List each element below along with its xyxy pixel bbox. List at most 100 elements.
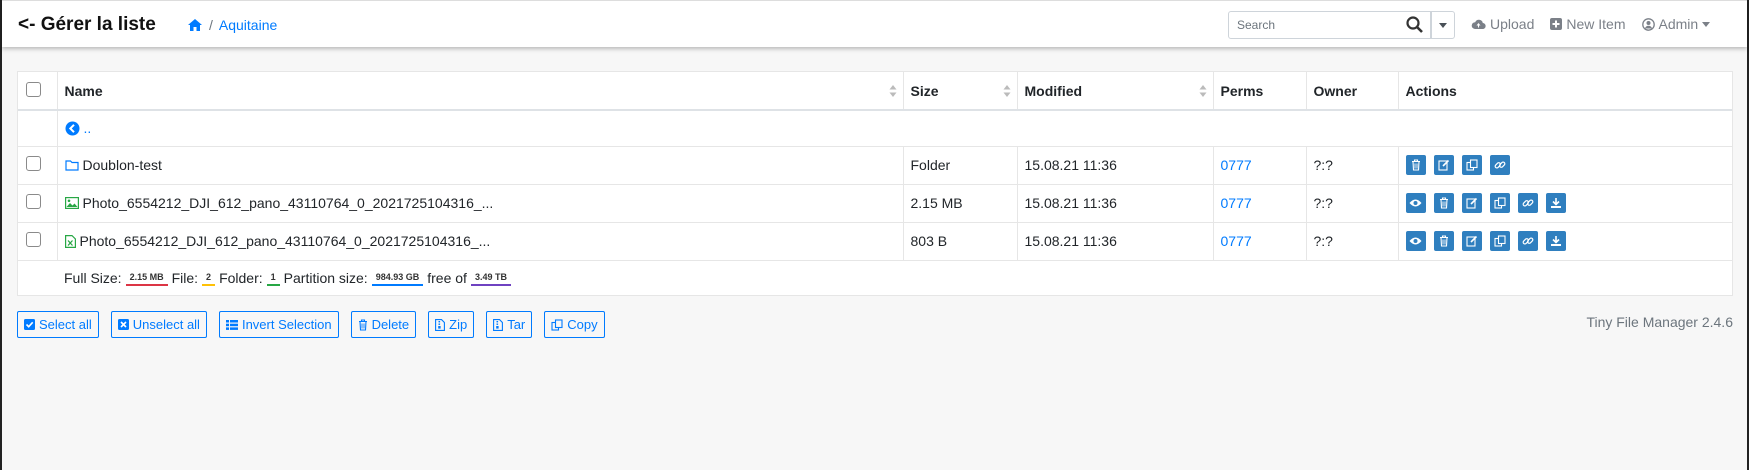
copy-button[interactable] <box>1461 155 1482 175</box>
header-modified[interactable]: Modified <box>1017 72 1214 110</box>
download-button[interactable] <box>1545 231 1566 251</box>
page-title[interactable]: <- Gérer la liste <box>18 14 156 36</box>
edit-icon <box>1437 159 1449 171</box>
new-item-link[interactable]: New Item <box>1550 16 1626 32</box>
header-actions: Actions <box>1398 72 1732 110</box>
search-icon[interactable] <box>1405 15 1425 35</box>
table-row[interactable]: Doublon-test Folder 15.08.21 11:36 0777 … <box>18 146 1732 184</box>
delete-selected-label: Delete <box>371 317 410 332</box>
file-modified: 15.08.21 11:36 <box>1017 184 1214 222</box>
partition-free-badge: 984.93 GB <box>371 271 424 286</box>
header-perms: Perms <box>1213 72 1307 110</box>
file-perms-link[interactable]: 0777 <box>1213 184 1307 222</box>
invert-selection-button[interactable]: Invert Selection <box>218 311 339 338</box>
header-size[interactable]: Size <box>903 72 1018 110</box>
search-input[interactable] <box>1228 11 1431 39</box>
file-name: Photo_6554212_DJI_612_pano_43110764_0_20… <box>79 233 491 249</box>
bulk-action-bar: Select all Unselect all Invert Selection… <box>17 311 605 338</box>
upload-link[interactable]: Upload <box>1471 16 1534 32</box>
parent-dir-link[interactable]: .. <box>65 120 1726 136</box>
header-modified-label: Modified <box>1024 82 1083 99</box>
zip-label: Zip <box>449 317 468 332</box>
file-perms-link[interactable]: 0777 <box>1213 222 1307 260</box>
delete-selected-button[interactable]: Delete <box>350 311 417 338</box>
file-table-container: Name Size Modified Perms Owner Actions .… <box>17 71 1733 296</box>
full-size-label: Full Size: <box>64 270 122 287</box>
header-perms-label: Perms <box>1220 82 1264 99</box>
search-group <box>1228 11 1455 39</box>
copy-icon <box>1465 159 1478 171</box>
rename-button[interactable] <box>1461 193 1482 213</box>
trash-icon <box>358 318 367 331</box>
unselect-all-button[interactable]: Unselect all <box>110 311 207 338</box>
preview-button[interactable] <box>1405 193 1426 213</box>
file-name-link[interactable]: Doublon-test <box>64 157 896 173</box>
direct-link-button[interactable] <box>1517 231 1538 251</box>
header-name[interactable]: Name <box>57 72 904 110</box>
select-all-checkbox[interactable] <box>26 81 41 97</box>
table-row[interactable]: Photo_6554212_DJI_612_pano_43110764_0_20… <box>18 184 1732 222</box>
file-archive-icon <box>493 318 504 331</box>
file-perms-link[interactable]: 0777 <box>1213 146 1307 184</box>
file-count-label: File: <box>171 270 199 287</box>
link-icon <box>1494 161 1505 169</box>
header-select-cell <box>18 72 58 110</box>
row-checkbox[interactable] <box>26 156 41 171</box>
chevron-down-icon <box>1702 21 1711 27</box>
preview-button[interactable] <box>1405 231 1426 251</box>
folder-icon <box>64 160 79 171</box>
table-row[interactable]: Photo_6554212_DJI_612_pano_43110764_0_20… <box>18 222 1732 260</box>
home-icon[interactable] <box>187 18 203 32</box>
eye-icon <box>1409 237 1422 245</box>
copy-button[interactable] <box>1489 231 1510 251</box>
full-size-badge: 2.15 MB <box>125 271 168 286</box>
image-file-icon <box>64 197 79 209</box>
sort-icon <box>889 85 896 97</box>
summary-text: Full Size: 2.15 MB File: 2 Folder: 1 Par… <box>64 270 1725 286</box>
copy-button[interactable] <box>1489 193 1510 213</box>
delete-button[interactable] <box>1405 155 1426 175</box>
chevron-down-icon <box>1439 22 1447 28</box>
breadcrumb: / Aquitaine <box>187 17 277 33</box>
unselect-all-label: Unselect all <box>132 317 200 332</box>
partition-total-badge: 3.49 TB <box>470 271 511 286</box>
header-actions-label: Actions <box>1405 82 1457 99</box>
header-name-label: Name <box>64 82 103 99</box>
parent-dir-row: .. <box>18 110 1732 146</box>
file-archive-icon <box>435 318 446 331</box>
sort-icon <box>1199 85 1206 97</box>
download-button[interactable] <box>1545 193 1566 213</box>
row-checkbox[interactable] <box>26 194 41 209</box>
rename-button[interactable] <box>1433 155 1454 175</box>
copy-selected-button[interactable]: Copy <box>544 311 605 338</box>
delete-button[interactable] <box>1433 231 1454 251</box>
file-name-link[interactable]: Photo_6554212_DJI_612_pano_43110764_0_20… <box>64 195 896 211</box>
select-all-button[interactable]: Select all <box>17 311 99 338</box>
rename-button[interactable] <box>1461 231 1482 251</box>
file-count-badge: 2 <box>202 271 216 286</box>
search-dropdown-button[interactable] <box>1431 11 1455 39</box>
row-checkbox[interactable] <box>26 232 41 247</box>
file-name-link[interactable]: Photo_6554212_DJI_612_pano_43110764_0_20… <box>64 233 896 249</box>
file-owner: ?:? <box>1306 184 1399 222</box>
tar-label: Tar <box>507 317 526 332</box>
delete-button[interactable] <box>1433 193 1454 213</box>
trash-icon <box>1439 197 1448 209</box>
window-close-icon <box>117 319 129 330</box>
nav-links: Upload New Item Admin <box>1471 16 1711 32</box>
file-modified: 15.08.21 11:36 <box>1017 146 1214 184</box>
excel-file-icon <box>64 234 76 248</box>
zip-button[interactable]: Zip <box>428 311 475 338</box>
direct-link-button[interactable] <box>1489 155 1510 175</box>
admin-menu[interactable]: Admin <box>1641 16 1711 32</box>
check-square-icon <box>24 319 35 330</box>
direct-link-button[interactable] <box>1517 193 1538 213</box>
copy-icon <box>1493 197 1506 209</box>
sort-icon <box>1003 85 1010 97</box>
folder-count-badge: 1 <box>266 271 280 286</box>
breadcrumb-current[interactable]: Aquitaine <box>219 17 277 33</box>
tar-button[interactable]: Tar <box>486 311 533 338</box>
file-name: Photo_6554212_DJI_612_pano_43110764_0_20… <box>82 195 494 211</box>
row-actions <box>1405 155 1726 175</box>
file-size: Folder <box>903 146 1018 184</box>
